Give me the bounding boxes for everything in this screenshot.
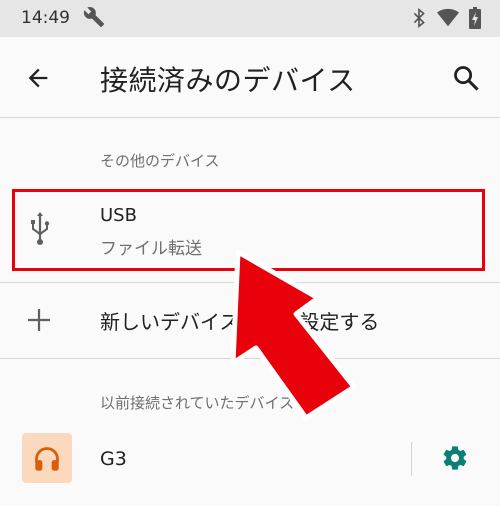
wrench-icon bbox=[83, 7, 105, 28]
usb-icon bbox=[31, 212, 50, 245]
status-time: 14:49 bbox=[21, 8, 70, 28]
page-title: 接続済みのデバイス bbox=[100, 64, 356, 97]
pair-new-device-item[interactable]: 新しいデバイスとペア設定する bbox=[0, 283, 500, 359]
divider bbox=[0, 358, 500, 359]
usb-device-name: USB bbox=[100, 205, 137, 226]
plus-icon bbox=[28, 309, 50, 331]
status-bar: 14:49 bbox=[0, 0, 500, 37]
arrow-back-icon[interactable] bbox=[24, 64, 52, 92]
gear-icon[interactable] bbox=[441, 444, 469, 472]
wifi-icon bbox=[437, 8, 459, 27]
bluetooth-icon bbox=[413, 8, 425, 28]
section-header-previous-devices: 以前接続されていたデバイス bbox=[100, 394, 295, 412]
section-header-other-devices: その他のデバイス bbox=[100, 152, 220, 170]
avatar bbox=[22, 433, 72, 483]
search-icon[interactable] bbox=[452, 64, 480, 92]
pair-new-device-label: 新しいデバイスとペア設定する bbox=[100, 310, 380, 334]
vertical-divider bbox=[411, 442, 412, 476]
battery-charging-icon bbox=[469, 7, 481, 29]
app-bar: 接続済みのデバイス bbox=[0, 37, 500, 118]
usb-device-item[interactable]: USB ファイル転送 bbox=[0, 187, 500, 283]
device-name: G3 bbox=[100, 448, 127, 470]
usb-device-subtitle: ファイル転送 bbox=[100, 239, 202, 259]
headset-icon bbox=[35, 447, 59, 471]
device-item-g3[interactable]: G3 bbox=[0, 420, 500, 506]
